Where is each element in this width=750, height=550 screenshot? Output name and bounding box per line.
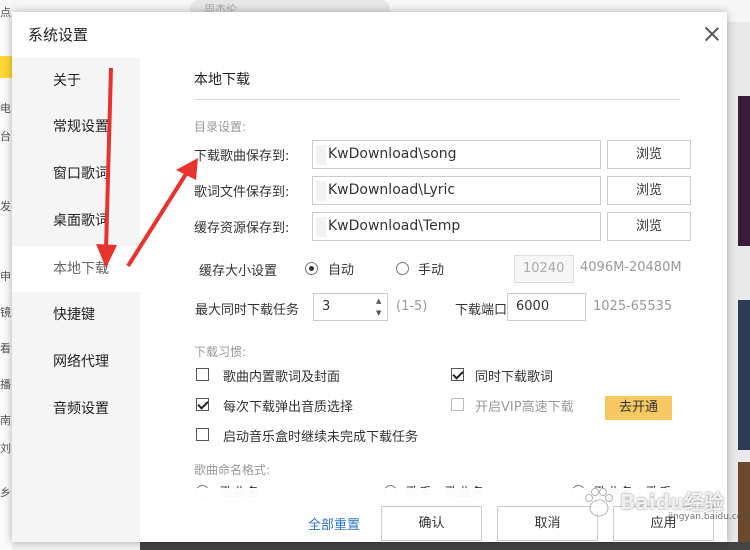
habits-group-label: 下载习惯: [194, 345, 247, 359]
cache-size-input[interactable]: 10240 [514, 255, 574, 283]
background-glyph: 乡 [0, 486, 11, 499]
activate-vip-button[interactable]: 去开通 [605, 396, 672, 420]
quality-popup-checkbox[interactable] [196, 398, 209, 411]
song-path-value: KwDownload\song [328, 146, 457, 162]
vip-speed-label: 开启VIP高速下载 [475, 400, 574, 415]
port-value: 6000 [516, 299, 550, 314]
sidebar-item-desktop-lyrics[interactable]: 桌面歌词 [12, 198, 140, 244]
path-redaction [316, 217, 326, 237]
dialog-title: 系统设置 [28, 26, 89, 44]
background-glyph: 南 [0, 414, 11, 427]
cache-path-browse-button[interactable]: 浏览 [607, 212, 691, 241]
directory-group-label: 目录设置: [194, 120, 247, 134]
max-tasks-stepper[interactable]: 3 ▲ ▼ [313, 293, 388, 321]
embed-lyrics-checkbox[interactable] [196, 368, 209, 381]
background-thumbnail [738, 300, 750, 450]
cache-auto-label: 自动 [328, 263, 355, 278]
settings-dialog: 系统设置 关于 常规设置 窗口歌词 桌面歌词 本地下载 快捷键 网络代理 音频设… [12, 12, 727, 542]
path-redaction [316, 181, 326, 201]
cache-path-label: 缓存资源保存到: [194, 221, 290, 236]
background-glyph: 台 [0, 130, 11, 143]
sidebar-item-local-download[interactable]: 本地下载 [12, 246, 140, 292]
cache-size-value: 10240 [523, 261, 565, 276]
cache-size-label: 缓存大小设置 [199, 264, 278, 279]
background-active-marker [0, 56, 12, 78]
max-tasks-label: 最大同时下载任务 [195, 303, 300, 318]
watermark: Baidu经验 jingyan.baidu.com [578, 484, 750, 528]
max-tasks-range: (1-5) [396, 299, 428, 314]
section-title: 本地下载 [194, 72, 250, 88]
settings-content: 本地下载 目录设置: 下载歌曲保存到: KwDownload\song 浏览 歌… [140, 58, 727, 542]
lyric-path-browse-button[interactable]: 浏览 [607, 176, 691, 205]
sidebar-item-general[interactable]: 常规设置 [12, 104, 140, 150]
sidebar-item-shortcuts[interactable]: 快捷键 [12, 292, 140, 338]
background-glyph: 点 [0, 6, 11, 19]
cache-auto-radio[interactable] [305, 262, 318, 275]
song-path-browse-button[interactable]: 浏览 [607, 140, 691, 169]
sidebar-item-network-proxy[interactable]: 网络代理 [12, 339, 140, 385]
lyric-path-field[interactable]: KwDownload\Lyric [312, 176, 601, 205]
resume-tasks-checkbox[interactable] [196, 428, 209, 441]
cache-path-field[interactable]: KwDownload\Temp [312, 212, 601, 241]
sidebar-item-window-lyrics[interactable]: 窗口歌词 [12, 151, 140, 197]
reset-all-link[interactable]: 全部重置 [308, 514, 360, 533]
song-path-field[interactable]: KwDownload\song [312, 140, 601, 169]
embed-lyrics-label: 歌曲内置歌词及封面 [223, 370, 341, 385]
download-lyrics-label: 同时下载歌词 [475, 370, 554, 385]
background-glyph: 申 [0, 270, 11, 283]
song-path-label: 下载歌曲保存到: [194, 149, 290, 164]
stepper-up-icon[interactable]: ▲ [376, 297, 384, 305]
lyric-path-label: 歌词文件保存到: [194, 185, 290, 200]
port-range: 1025-65535 [593, 299, 673, 314]
background-glyph: 播 [0, 378, 11, 391]
background-left-strip: 点 电 台 发 申 镜 看 播 南 刘 乡 [0, 6, 12, 550]
lyric-path-value: KwDownload\Lyric [328, 182, 456, 198]
sidebar-item-audio[interactable]: 音频设置 [12, 386, 140, 432]
cache-size-range: 4096M-20480M [580, 260, 682, 275]
sidebar-item-about[interactable]: 关于 [12, 58, 140, 104]
paw-logo-icon [585, 488, 613, 517]
cache-manual-radio[interactable] [396, 262, 409, 275]
path-redaction [316, 145, 326, 165]
background-bottom-strip [140, 542, 750, 550]
close-icon[interactable] [702, 24, 722, 44]
watermark-text: Baidu经验 [620, 490, 725, 514]
port-label: 下载端口 [455, 303, 508, 318]
background-glyph: 发 [0, 200, 11, 213]
background-glyph: 电 [0, 102, 11, 115]
background-glyph: 镜 [0, 306, 11, 319]
quality-popup-label: 每次下载弹出音质选择 [223, 400, 354, 415]
section-divider [194, 99, 680, 100]
naming-group-label: 歌曲命名格式: [194, 463, 271, 477]
max-tasks-value: 3 [322, 299, 331, 314]
background-thumbnail [738, 96, 750, 246]
port-input[interactable]: 6000 [507, 293, 586, 321]
vip-speed-checkbox[interactable] [451, 398, 464, 411]
background-glyph: 刘 [0, 442, 11, 455]
resume-tasks-label: 启动音乐盒时继续未完成下载任务 [223, 430, 419, 445]
cache-manual-label: 手动 [418, 263, 445, 278]
cache-path-value: KwDownload\Temp [328, 218, 461, 234]
stepper-down-icon[interactable]: ▼ [376, 309, 384, 317]
download-lyrics-checkbox[interactable] [451, 368, 464, 381]
background-glyph: 看 [0, 342, 11, 355]
settings-sidebar: 关于 常规设置 窗口歌词 桌面歌词 本地下载 快捷键 网络代理 音频设置 [12, 58, 140, 542]
watermark-url: jingyan.baidu.com [668, 512, 750, 522]
confirm-button[interactable]: 确认 [381, 506, 482, 541]
